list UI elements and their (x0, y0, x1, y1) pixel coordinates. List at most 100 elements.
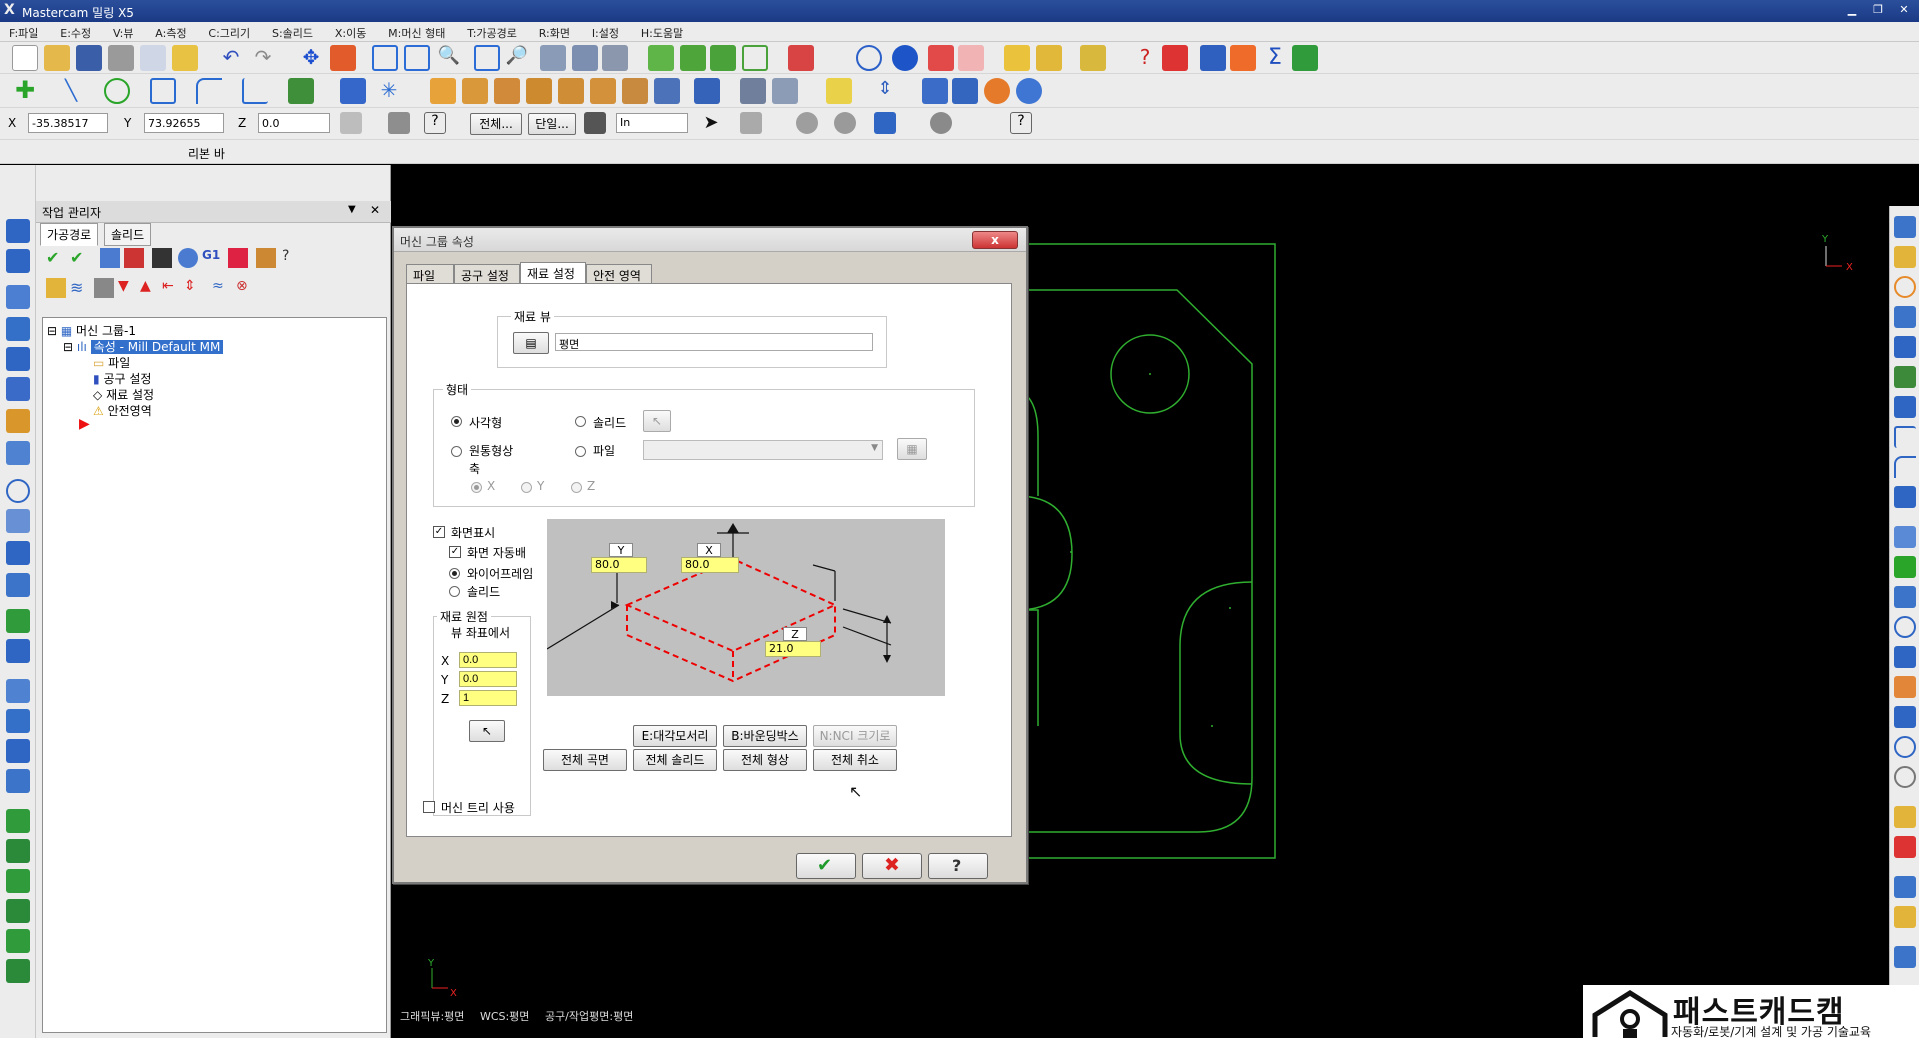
move-down-icon[interactable]: ▼ (118, 278, 138, 298)
select-single-button[interactable]: 단일... (528, 113, 576, 135)
xform-mirror-icon[interactable]: ✳ (376, 78, 402, 104)
xform-project-icon[interactable] (526, 78, 552, 104)
tab-stock-setup[interactable]: 재료 설정 (520, 262, 586, 284)
toolpath-verify-icon[interactable] (572, 45, 598, 71)
ops-help-icon[interactable]: ? (282, 248, 302, 268)
right-tool-2-icon[interactable] (1894, 246, 1916, 268)
left-tool-2-icon[interactable] (6, 249, 30, 273)
tree-node-properties[interactable]: ⊟ ılı 속성 - Mill Default MM (63, 338, 224, 355)
right-tool-4-icon[interactable] (1894, 306, 1916, 328)
left-tool-13-icon[interactable] (6, 609, 30, 633)
high-feed-icon[interactable] (228, 248, 248, 268)
left-tool-16-icon[interactable] (6, 709, 30, 733)
redo-icon[interactable]: ↷ (250, 45, 276, 71)
tab-files[interactable]: 파일 (406, 264, 454, 284)
ok-button[interactable]: ✔ (796, 853, 856, 879)
left-tool-3-icon[interactable] (6, 285, 30, 309)
stock-view-select-button[interactable]: ▤ (513, 332, 549, 354)
xform-offset-icon[interactable] (494, 78, 520, 104)
erase-light-icon[interactable] (958, 45, 984, 71)
left-tool-1-icon[interactable] (6, 219, 30, 243)
dialog-close-button[interactable]: x (972, 231, 1018, 249)
left-tool-19-icon[interactable] (6, 809, 30, 833)
print-icon[interactable] (108, 45, 134, 71)
save-icon[interactable] (76, 45, 102, 71)
exit-icon[interactable] (1292, 45, 1318, 71)
tab-tool-settings[interactable]: 공구 설정 (454, 264, 520, 284)
tree-node-files[interactable]: ▭ 파일 (93, 354, 130, 371)
zoom-window-icon[interactable] (404, 45, 430, 71)
xform-drag-icon[interactable] (654, 78, 680, 104)
axis-x-radio[interactable] (471, 482, 482, 493)
right-tool-17-icon[interactable] (1894, 706, 1916, 728)
left-tool-12-icon[interactable] (6, 573, 30, 597)
move-up-icon[interactable]: ▲ (140, 278, 160, 298)
cursor-icon[interactable]: ➤ (700, 112, 722, 134)
dialog-title-bar[interactable]: 머신 그룹 속성 x (394, 228, 1026, 252)
scroll-arrow-icon[interactable]: ⇕ (184, 278, 204, 298)
zoom-icon[interactable]: 🔍 (436, 45, 462, 71)
left-tool-23-icon[interactable] (6, 929, 30, 953)
right-tool-21-icon[interactable] (1894, 836, 1916, 858)
left-tool-4-icon[interactable] (6, 317, 30, 341)
menu-machine-type[interactable]: M:머신 형태 (379, 22, 454, 41)
left-tool-14-icon[interactable] (6, 639, 30, 663)
analyze-distance-icon[interactable] (1080, 45, 1106, 71)
view-top-icon[interactable] (680, 45, 706, 71)
select-vector-icon[interactable] (834, 112, 856, 134)
dimension-tool-icon[interactable] (694, 78, 720, 104)
toolpath-ops-icon[interactable] (952, 78, 978, 104)
unzoom-icon[interactable]: 🔎 (504, 45, 530, 71)
close-window-icon[interactable]: ✕ (1892, 3, 1916, 18)
left-tool-18-icon[interactable] (6, 769, 30, 793)
right-tool-19-icon[interactable] (1894, 766, 1916, 788)
regenerate-icon[interactable] (100, 248, 120, 268)
xform-roll-icon[interactable] (590, 78, 616, 104)
left-tool-17-icon[interactable] (6, 739, 30, 763)
z-coord-field[interactable] (258, 113, 330, 133)
delete-ops-icon[interactable] (256, 248, 276, 268)
corners-button[interactable]: E:대각모서리 (633, 725, 717, 747)
post-g1-icon[interactable]: G1 (202, 248, 222, 268)
tree-node-safety-zone[interactable]: ⚠ 안전영역 (93, 402, 152, 419)
grid-icon[interactable] (740, 78, 766, 104)
right-tool-23-icon[interactable] (1894, 906, 1916, 928)
menu-analyze[interactable]: A:측정 (146, 22, 195, 41)
display-checkbox[interactable]: ✓ (433, 526, 445, 538)
xform-scale-icon[interactable] (462, 78, 488, 104)
menu-toolpaths[interactable]: T:가공경로 (458, 22, 526, 41)
stock-preview[interactable]: Y 80.0 X 80.0 Z 21.0 (546, 519, 945, 696)
sphere-icon[interactable] (892, 45, 918, 71)
left-tool-6-icon[interactable] (6, 377, 30, 401)
restore-icon[interactable]: ❐ (1866, 3, 1890, 18)
regenerate-dirty-icon[interactable] (124, 248, 144, 268)
right-tool-24-icon[interactable] (1894, 946, 1916, 968)
x-coord-field[interactable] (28, 113, 108, 133)
right-tool-7-icon[interactable] (1894, 396, 1916, 418)
lock-icon[interactable] (46, 278, 66, 298)
select-dirty-ops-icon[interactable]: ✔ (70, 248, 90, 268)
left-tool-10-icon[interactable] (6, 509, 30, 533)
shape-cylindrical-radio[interactable] (451, 446, 462, 457)
in-out-select[interactable]: In (616, 113, 688, 133)
file-browse-button[interactable]: ▦ (897, 438, 927, 460)
y-coord-field[interactable] (144, 113, 224, 133)
select-help-icon[interactable]: ? (1010, 112, 1032, 134)
right-tool-20-icon[interactable] (1894, 806, 1916, 828)
tab-solids[interactable]: 솔리드 (104, 223, 152, 246)
calc-icon[interactable] (1230, 45, 1256, 71)
tab-safety-zone[interactable]: 안전 영역 (586, 264, 652, 284)
autocursor-config-icon[interactable] (388, 112, 410, 134)
view-front-icon[interactable] (710, 45, 736, 71)
verify-select-icon[interactable] (930, 112, 952, 134)
machine-tree-checkbox[interactable] (423, 801, 435, 813)
rectangle-icon[interactable] (150, 78, 176, 104)
info-icon[interactable] (1016, 78, 1042, 104)
minimize-icon[interactable]: ▁ (1840, 3, 1864, 18)
right-tool-13-icon[interactable] (1894, 586, 1916, 608)
origin-select-button[interactable]: ↖ (469, 720, 505, 742)
verify-ops-icon[interactable] (178, 248, 198, 268)
right-tool-22-icon[interactable] (1894, 876, 1916, 898)
light-icon[interactable] (826, 78, 852, 104)
tree-node-stock-setup[interactable]: ◇ 재료 설정 (93, 386, 154, 403)
